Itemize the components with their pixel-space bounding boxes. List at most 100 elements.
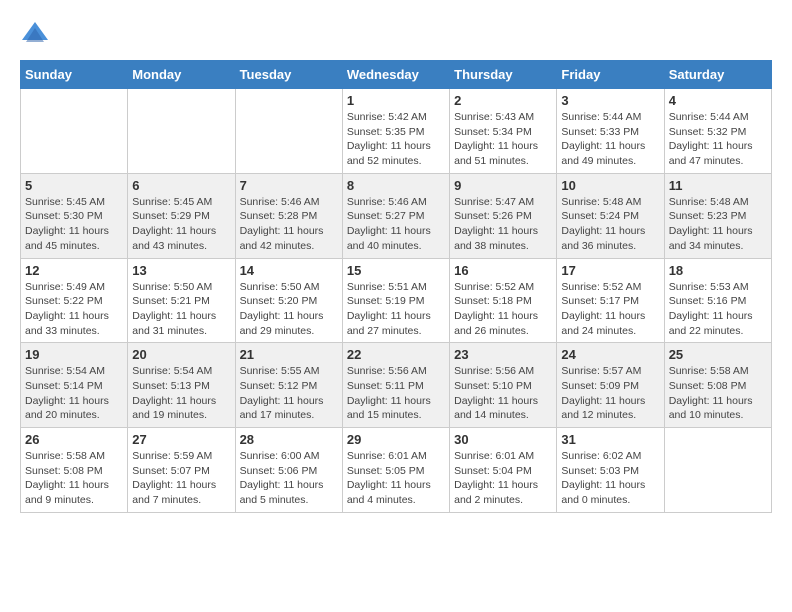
day-number: 8 — [347, 178, 445, 193]
day-number: 23 — [454, 347, 552, 362]
calendar-cell — [664, 428, 771, 513]
calendar-cell — [128, 89, 235, 174]
day-number: 1 — [347, 93, 445, 108]
calendar-cell: 1Sunrise: 5:42 AM Sunset: 5:35 PM Daylig… — [342, 89, 449, 174]
day-info: Sunrise: 5:47 AM Sunset: 5:26 PM Dayligh… — [454, 195, 552, 254]
day-info: Sunrise: 5:50 AM Sunset: 5:20 PM Dayligh… — [240, 280, 338, 339]
day-number: 28 — [240, 432, 338, 447]
calendar-cell: 27 Sunrise: 5:59 AM Sunset: 5:07 PM Dayli… — [128, 428, 235, 513]
calendar-cell: 28Sunrise: 6:00 AM Sunset: 5:06 PM Dayli… — [235, 428, 342, 513]
day-number: 30 — [454, 432, 552, 447]
day-info: Sunrise: 5:44 AM Sunset: 5:32 PM Dayligh… — [669, 110, 767, 169]
calendar-cell: 5Sunrise: 5:45 AM Sunset: 5:30 PM Daylig… — [21, 173, 128, 258]
day-number: 5 — [25, 178, 123, 193]
day-number: 26 — [25, 432, 123, 447]
day-info: Sunrise: 6:01 AM Sunset: 5:04 PM Dayligh… — [454, 449, 552, 508]
day-info: Sunrise: 5:58 AM Sunset: 5:08 PM Dayligh… — [25, 449, 123, 508]
calendar-week-3: 19 Sunrise: 5:54 AM Sunset: 5:14 PM Dayli… — [21, 343, 772, 428]
calendar-cell: 4 Sunrise: 5:44 AM Sunset: 5:32 PM Daylig… — [664, 89, 771, 174]
calendar-cell: 11 Sunrise: 5:48 AM Sunset: 5:23 PM Dayli… — [664, 173, 771, 258]
day-info: Sunrise: 5:58 AM Sunset: 5:08 PM Dayligh… — [669, 364, 767, 423]
weekday-header-sunday: Sunday — [21, 61, 128, 89]
day-info: Sunrise: 5:53 AM Sunset: 5:16 PM Dayligh… — [669, 280, 767, 339]
calendar-cell: 19 Sunrise: 5:54 AM Sunset: 5:14 PM Dayli… — [21, 343, 128, 428]
day-info: Sunrise: 5:54 AM Sunset: 5:14 PM Dayligh… — [25, 364, 123, 423]
calendar-cell — [235, 89, 342, 174]
day-number: 12 — [25, 263, 123, 278]
calendar-week-0: 1Sunrise: 5:42 AM Sunset: 5:35 PM Daylig… — [21, 89, 772, 174]
calendar-cell: 14 Sunrise: 5:50 AM Sunset: 5:20 PM Dayli… — [235, 258, 342, 343]
calendar-cell: 13Sunrise: 5:50 AM Sunset: 5:21 PM Dayli… — [128, 258, 235, 343]
day-info: Sunrise: 5:43 AM Sunset: 5:34 PM Dayligh… — [454, 110, 552, 169]
calendar-cell: 21 Sunrise: 5:55 AM Sunset: 5:12 PM Dayli… — [235, 343, 342, 428]
calendar-cell: 7 Sunrise: 5:46 AM Sunset: 5:28 PM Daylig… — [235, 173, 342, 258]
day-number: 2 — [454, 93, 552, 108]
day-number: 7 — [240, 178, 338, 193]
day-info: Sunrise: 5:57 AM Sunset: 5:09 PM Dayligh… — [561, 364, 659, 423]
calendar-cell: 3 Sunrise: 5:44 AM Sunset: 5:33 PM Daylig… — [557, 89, 664, 174]
calendar-cell: 29 Sunrise: 6:01 AM Sunset: 5:05 PM Dayli… — [342, 428, 449, 513]
weekday-header-wednesday: Wednesday — [342, 61, 449, 89]
day-info: Sunrise: 5:48 AM Sunset: 5:24 PM Dayligh… — [561, 195, 659, 254]
day-info: Sunrise: 5:50 AM Sunset: 5:21 PM Dayligh… — [132, 280, 230, 339]
day-number: 24 — [561, 347, 659, 362]
calendar-cell: 9 Sunrise: 5:47 AM Sunset: 5:26 PM Daylig… — [450, 173, 557, 258]
day-info: Sunrise: 5:45 AM Sunset: 5:29 PM Dayligh… — [132, 195, 230, 254]
calendar-table: SundayMondayTuesdayWednesdayThursdayFrid… — [20, 60, 772, 513]
day-number: 22 — [347, 347, 445, 362]
day-number: 18 — [669, 263, 767, 278]
day-number: 27 — [132, 432, 230, 447]
calendar-week-4: 26 Sunrise: 5:58 AM Sunset: 5:08 PM Dayli… — [21, 428, 772, 513]
day-number: 14 — [240, 263, 338, 278]
day-number: 11 — [669, 178, 767, 193]
day-number: 31 — [561, 432, 659, 447]
calendar-cell: 17Sunrise: 5:52 AM Sunset: 5:17 PM Dayli… — [557, 258, 664, 343]
day-info: Sunrise: 5:48 AM Sunset: 5:23 PM Dayligh… — [669, 195, 767, 254]
calendar-week-1: 5Sunrise: 5:45 AM Sunset: 5:30 PM Daylig… — [21, 173, 772, 258]
weekday-header-thursday: Thursday — [450, 61, 557, 89]
calendar-cell: 23 Sunrise: 5:56 AM Sunset: 5:10 PM Dayli… — [450, 343, 557, 428]
day-info: Sunrise: 5:54 AM Sunset: 5:13 PM Dayligh… — [132, 364, 230, 423]
day-number: 15 — [347, 263, 445, 278]
day-number: 4 — [669, 93, 767, 108]
calendar-cell: 30 Sunrise: 6:01 AM Sunset: 5:04 PM Dayli… — [450, 428, 557, 513]
day-info: Sunrise: 5:56 AM Sunset: 5:10 PM Dayligh… — [454, 364, 552, 423]
day-number: 19 — [25, 347, 123, 362]
logo-icon — [20, 20, 50, 50]
day-info: Sunrise: 5:59 AM Sunset: 5:07 PM Dayligh… — [132, 449, 230, 508]
calendar-cell: 22 Sunrise: 5:56 AM Sunset: 5:11 PM Dayli… — [342, 343, 449, 428]
calendar-cell: 25Sunrise: 5:58 AM Sunset: 5:08 PM Dayli… — [664, 343, 771, 428]
day-info: Sunrise: 6:01 AM Sunset: 5:05 PM Dayligh… — [347, 449, 445, 508]
day-number: 21 — [240, 347, 338, 362]
day-info: Sunrise: 5:51 AM Sunset: 5:19 PM Dayligh… — [347, 280, 445, 339]
calendar-cell: 12 Sunrise: 5:49 AM Sunset: 5:22 PM Dayli… — [21, 258, 128, 343]
day-number: 16 — [454, 263, 552, 278]
day-info: Sunrise: 5:55 AM Sunset: 5:12 PM Dayligh… — [240, 364, 338, 423]
weekday-header-row: SundayMondayTuesdayWednesdayThursdayFrid… — [21, 61, 772, 89]
day-info: Sunrise: 5:49 AM Sunset: 5:22 PM Dayligh… — [25, 280, 123, 339]
day-number: 9 — [454, 178, 552, 193]
calendar-cell: 16 Sunrise: 5:52 AM Sunset: 5:18 PM Dayli… — [450, 258, 557, 343]
day-info: Sunrise: 5:56 AM Sunset: 5:11 PM Dayligh… — [347, 364, 445, 423]
day-info: Sunrise: 5:46 AM Sunset: 5:27 PM Dayligh… — [347, 195, 445, 254]
weekday-header-friday: Friday — [557, 61, 664, 89]
weekday-header-monday: Monday — [128, 61, 235, 89]
day-number: 29 — [347, 432, 445, 447]
calendar-cell: 15 Sunrise: 5:51 AM Sunset: 5:19 PM Dayli… — [342, 258, 449, 343]
calendar-cell: 8 Sunrise: 5:46 AM Sunset: 5:27 PM Daylig… — [342, 173, 449, 258]
day-number: 20 — [132, 347, 230, 362]
calendar-week-2: 12 Sunrise: 5:49 AM Sunset: 5:22 PM Dayli… — [21, 258, 772, 343]
page-header — [20, 20, 772, 50]
weekday-header-saturday: Saturday — [664, 61, 771, 89]
day-number: 6 — [132, 178, 230, 193]
logo — [20, 20, 54, 50]
calendar-cell: 18 Sunrise: 5:53 AM Sunset: 5:16 PM Dayli… — [664, 258, 771, 343]
day-number: 10 — [561, 178, 659, 193]
day-info: Sunrise: 5:52 AM Sunset: 5:18 PM Dayligh… — [454, 280, 552, 339]
day-number: 3 — [561, 93, 659, 108]
day-info: Sunrise: 5:44 AM Sunset: 5:33 PM Dayligh… — [561, 110, 659, 169]
day-info: Sunrise: 5:46 AM Sunset: 5:28 PM Dayligh… — [240, 195, 338, 254]
calendar-cell — [21, 89, 128, 174]
day-info: Sunrise: 6:02 AM Sunset: 5:03 PM Dayligh… — [561, 449, 659, 508]
day-number: 17 — [561, 263, 659, 278]
